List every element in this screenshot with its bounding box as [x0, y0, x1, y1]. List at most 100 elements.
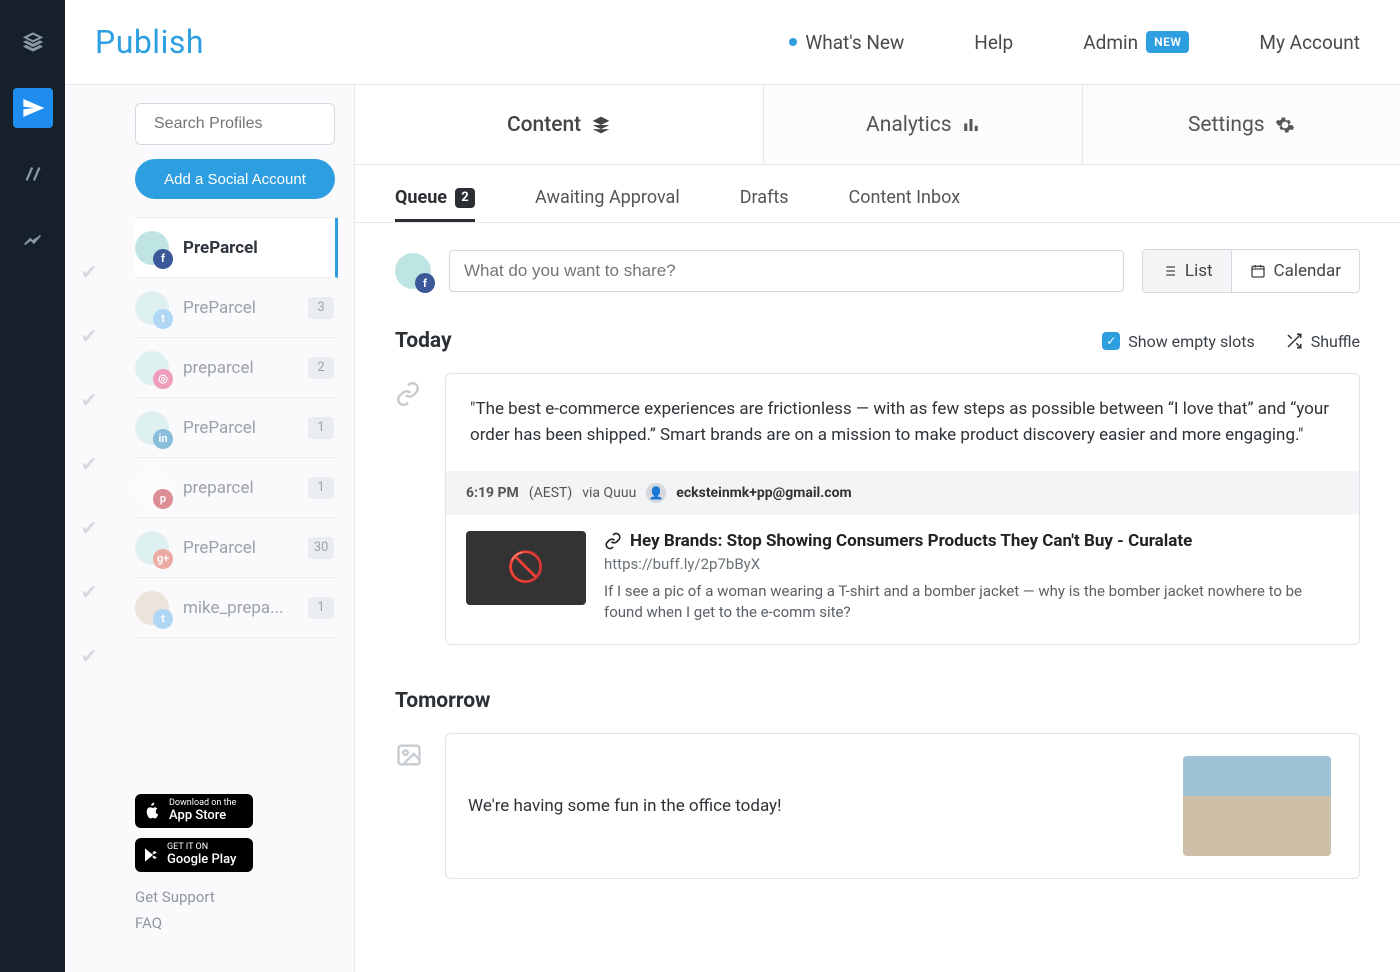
add-social-account-button[interactable]: Add a Social Account: [135, 159, 335, 199]
check-icon[interactable]: ✔: [64, 452, 114, 476]
show-empty-slots-label: Show empty slots: [1128, 332, 1254, 351]
link-url: https://buff.ly/2p7bByX: [604, 555, 1339, 573]
tab-queue[interactable]: Queue 2: [395, 187, 475, 222]
check-icon[interactable]: ✔: [64, 324, 114, 348]
tab-drafts[interactable]: Drafts: [740, 187, 789, 222]
link-preview[interactable]: 🚫 Hey Brands: Stop Showing Consumers Pro…: [446, 515, 1359, 645]
sidebar: ✔ ✔ ✔ ✔ ✔ ✔ ✔ Add a Social Account f Pre…: [65, 85, 355, 972]
compose-row: f List Calendar: [355, 223, 1400, 293]
nav-my-account[interactable]: My Account: [1259, 31, 1360, 54]
post-today: "The best e-commerce experiences are fri…: [355, 353, 1400, 645]
queue-count: 1: [308, 417, 334, 439]
nav-admin[interactable]: Admin NEW: [1083, 31, 1189, 54]
new-dot-icon: [789, 38, 797, 46]
search-input[interactable]: [154, 115, 361, 133]
pinterest-icon: p: [153, 489, 173, 509]
profile-item[interactable]: ◎ preparcel 2: [135, 338, 338, 398]
view-calendar-button[interactable]: Calendar: [1231, 250, 1359, 292]
profile-list: f PreParcel t PreParcel 3 ◎ preparcel 2 …: [135, 217, 338, 638]
image-icon: [395, 741, 423, 769]
post-author-email: ecksteinmk+pp@gmail.com: [676, 485, 851, 501]
post-card[interactable]: We're having some fun in the office toda…: [445, 733, 1360, 879]
link-icon: [395, 381, 421, 407]
check-icon[interactable]: ✔: [64, 644, 114, 668]
profile-item[interactable]: p preparcel 1: [135, 458, 338, 518]
profile-item[interactable]: f PreParcel: [135, 218, 338, 278]
profile-item[interactable]: t mike_prepa... 1: [135, 578, 338, 638]
queue-count: 1: [308, 597, 334, 619]
slash-icon: [22, 163, 44, 185]
profile-name: mike_prepa...: [183, 598, 294, 618]
avatar: p: [135, 471, 169, 505]
linkedin-icon: in: [153, 429, 173, 449]
tab-content[interactable]: Content: [355, 85, 763, 164]
link-thumbnail: 🚫: [466, 531, 586, 605]
nav-help-label: Help: [974, 31, 1013, 54]
profile-item[interactable]: t PreParcel 3: [135, 278, 338, 338]
header: Publish What's New Help Admin NEW My Acc…: [65, 0, 1400, 85]
tomorrow-heading: Tomorrow: [395, 689, 490, 713]
profile-item[interactable]: in PreParcel 1: [135, 398, 338, 458]
googleplus-icon: g+: [153, 549, 173, 569]
image-slot-icon: [395, 741, 425, 775]
nav-help[interactable]: Help: [974, 31, 1013, 54]
check-icon[interactable]: ✔: [64, 260, 114, 284]
check-icon[interactable]: ✔: [64, 580, 114, 604]
list-icon: [1161, 263, 1177, 279]
queue-count: 2: [308, 357, 334, 379]
check-icon[interactable]: ✔: [64, 388, 114, 412]
view-calendar-label: Calendar: [1274, 261, 1341, 281]
google-play-badge[interactable]: GET IT ONGoogle Play: [135, 838, 253, 872]
tab-awaiting-approval[interactable]: Awaiting Approval: [535, 187, 680, 222]
faq-link[interactable]: FAQ: [135, 911, 215, 937]
content: Content Analytics Settings Queue 2 Await…: [355, 85, 1400, 972]
post-time: 6:19 PM: [466, 485, 519, 501]
rail-analyze[interactable]: [13, 220, 53, 260]
tab-content-inbox[interactable]: Content Inbox: [849, 187, 961, 222]
profile-item[interactable]: g+ PreParcel 30: [135, 518, 338, 578]
search-profiles[interactable]: [135, 103, 335, 145]
sidebar-footer: Get Support FAQ: [135, 885, 215, 936]
get-support-link[interactable]: Get Support: [135, 885, 215, 911]
tab-queue-label: Queue: [395, 187, 447, 208]
tab-analytics-label: Analytics: [866, 113, 952, 137]
google-play-top: GET IT ON: [167, 842, 208, 852]
profile-name: preparcel: [183, 478, 294, 498]
tab-analytics[interactable]: Analytics: [763, 85, 1081, 164]
rail-buffer-logo[interactable]: [13, 22, 53, 62]
checkbox-checked-icon: ✓: [1102, 332, 1120, 350]
post-meta: 6:19 PM (AEST) via Quuu 👤 ecksteinmk+pp@…: [446, 471, 1359, 515]
queue-count: 1: [308, 477, 334, 499]
tabs-primary: Content Analytics Settings: [355, 85, 1400, 165]
shuffle-button[interactable]: Shuffle: [1285, 332, 1360, 351]
profile-name: PreParcel: [183, 298, 294, 318]
profile-name: PreParcel: [183, 418, 294, 438]
rail-reply[interactable]: [13, 154, 53, 194]
link-title: Hey Brands: Stop Showing Consumers Produ…: [630, 531, 1192, 551]
twitter-icon: t: [153, 309, 173, 329]
show-empty-slots-toggle[interactable]: ✓ Show empty slots: [1102, 332, 1254, 351]
buffer-icon: [22, 31, 44, 53]
shuffle-icon: [1285, 332, 1303, 350]
check-icon[interactable]: ✔: [64, 516, 114, 540]
queue-badge: 2: [455, 188, 475, 208]
rail-publish[interactable]: [13, 88, 53, 128]
tab-settings[interactable]: Settings: [1082, 85, 1400, 164]
avatar: ◎: [135, 351, 169, 385]
today-heading: Today: [395, 329, 452, 353]
today-header: Today ✓ Show empty slots Shuffle: [355, 293, 1400, 353]
avatar: t: [135, 591, 169, 625]
app-store-bottom: App Store: [169, 809, 236, 823]
post-image-thumbnail: [1183, 756, 1331, 856]
profile-check-column: ✔ ✔ ✔ ✔ ✔ ✔ ✔: [64, 260, 114, 668]
avatar: t: [135, 291, 169, 325]
nav-whats-new[interactable]: What's New: [789, 31, 904, 54]
app-store-badge[interactable]: Download on theApp Store: [135, 794, 253, 828]
compose-input[interactable]: [449, 250, 1124, 292]
calendar-icon: [1250, 263, 1266, 279]
queue-count: 30: [308, 537, 334, 559]
view-list-button[interactable]: List: [1143, 250, 1231, 292]
google-play-bottom: Google Play: [167, 853, 236, 867]
post-card[interactable]: "The best e-commerce experiences are fri…: [445, 373, 1360, 645]
view-toggle: List Calendar: [1142, 249, 1360, 293]
